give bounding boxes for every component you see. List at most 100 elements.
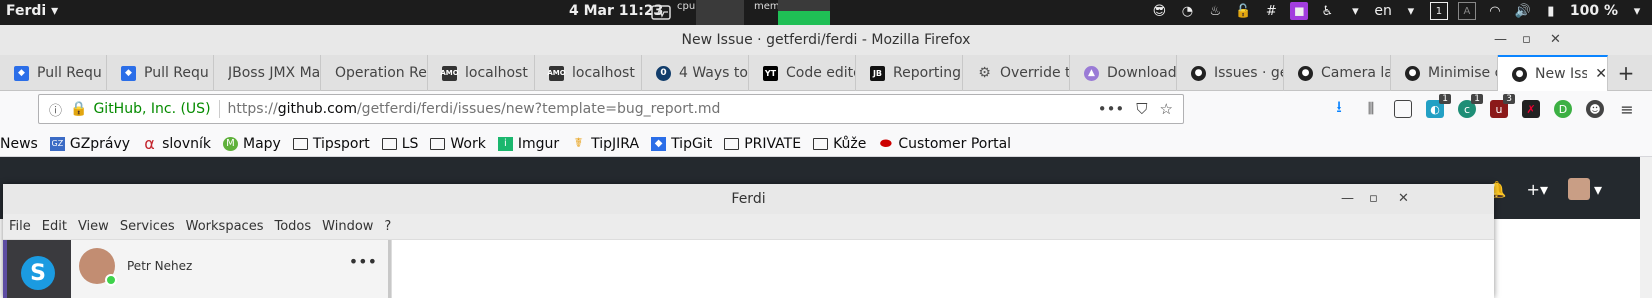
jetbrains-toolbox-icon[interactable]: ◼ bbox=[1290, 2, 1309, 20]
tab[interactable]: ◆ Pull Requ bbox=[107, 55, 214, 91]
vpn-lock-icon[interactable]: 🔓 bbox=[1234, 2, 1252, 20]
menu-window[interactable]: Window bbox=[322, 219, 373, 234]
url-bar[interactable]: ⓘ 🔒 GitHub, Inc. (US) https://github.com… bbox=[38, 94, 1184, 124]
menu-workspaces[interactable]: Workspaces bbox=[186, 219, 264, 234]
github-icon: ● bbox=[1191, 65, 1206, 81]
navigation-bar: ⓘ 🔒 GitHub, Inc. (US) https://github.com… bbox=[0, 91, 1652, 131]
close-tab-icon[interactable]: ✕ bbox=[1595, 66, 1607, 82]
tab[interactable]: ● Minimise c bbox=[1391, 55, 1498, 91]
menu-services[interactable]: Services bbox=[120, 219, 175, 234]
more-options-icon[interactable]: ••• bbox=[349, 252, 377, 271]
extension-icon[interactable]: c1 bbox=[1458, 94, 1483, 118]
minimize-icon[interactable]: — bbox=[1494, 25, 1507, 55]
bookmark-folder[interactable]: LS bbox=[381, 136, 418, 152]
language-indicator[interactable]: en bbox=[1374, 3, 1392, 19]
menu-todos[interactable]: Todos bbox=[274, 219, 311, 234]
tab[interactable]: ▲ Download bbox=[1070, 55, 1177, 91]
bookmark[interactable]: M Mapy bbox=[222, 136, 281, 152]
folder-icon bbox=[724, 137, 740, 150]
tab[interactable]: 04 Ways to bbox=[642, 55, 749, 91]
keyboard-a-icon[interactable]: A bbox=[1457, 2, 1476, 20]
tab[interactable]: JB Reporting bbox=[856, 55, 963, 91]
cpu-graph bbox=[696, 0, 744, 25]
tab[interactable]: AMO localhost bbox=[428, 55, 535, 91]
tab[interactable]: JBoss JMX Ma bbox=[214, 55, 321, 91]
tab-active[interactable]: ● New Iss ✕ bbox=[1498, 55, 1608, 91]
bookmark-folder[interactable]: Work bbox=[430, 136, 486, 152]
minimize-icon[interactable]: — bbox=[1341, 184, 1354, 214]
bookmark-folder[interactable]: PRIVATE bbox=[724, 136, 801, 152]
chevron-down-icon[interactable]: ▾ bbox=[1346, 2, 1364, 20]
user-menu[interactable]: ▾ bbox=[1567, 178, 1602, 200]
info-icon[interactable]: ⓘ bbox=[49, 100, 62, 119]
chevron-down-icon[interactable]: ▾ bbox=[1628, 2, 1646, 20]
tab[interactable]: Operation Re bbox=[321, 55, 428, 91]
tab[interactable]: ● Issues · ge bbox=[1177, 55, 1284, 91]
skype-icon[interactable]: S bbox=[21, 256, 55, 290]
hamburger-menu-icon[interactable]: ≡ bbox=[1618, 100, 1636, 119]
extension-icon[interactable]: ◐ 1 bbox=[1426, 94, 1451, 118]
pocket-icon[interactable]: ⛉ bbox=[1136, 100, 1147, 118]
menu-file[interactable]: File bbox=[9, 219, 31, 234]
bookmark[interactable]: ◆ TipGit bbox=[651, 136, 712, 152]
extension-icon[interactable]: ✗ bbox=[1522, 100, 1540, 118]
bookmark[interactable]: News bbox=[0, 136, 38, 152]
chevron-down-icon[interactable]: ▾ bbox=[1402, 2, 1420, 20]
contact-name[interactable]: Petr Nehez bbox=[127, 259, 192, 273]
scrollbar[interactable] bbox=[388, 240, 391, 298]
slack-icon[interactable]: # bbox=[1262, 2, 1280, 20]
close-icon[interactable]: ✕ bbox=[1550, 25, 1561, 55]
close-icon[interactable]: ✕ bbox=[1398, 184, 1409, 214]
plus-menu-icon[interactable]: +▾ bbox=[1527, 180, 1548, 199]
firefox-titlebar: New Issue · getferdi/ferdi - Mozilla Fir… bbox=[0, 25, 1652, 55]
tab[interactable]: YT Code edito bbox=[749, 55, 856, 91]
tab[interactable]: ⚙ Override t bbox=[963, 55, 1070, 91]
workspace-1-icon[interactable]: 1 bbox=[1429, 2, 1448, 20]
bookmark[interactable]: α slovník bbox=[142, 134, 211, 153]
ferdi-title: Ferdi bbox=[731, 191, 766, 207]
tab[interactable]: ◆ Pull Requ bbox=[0, 55, 107, 91]
face-mask-icon[interactable]: 😎 bbox=[1150, 2, 1168, 20]
jetbrains-icon: JB bbox=[870, 65, 885, 81]
wifi-icon[interactable]: ◠ bbox=[1486, 2, 1504, 20]
download-icon[interactable]: ⭳ bbox=[1330, 97, 1348, 118]
timeshift-icon[interactable]: ◔ bbox=[1178, 2, 1196, 20]
battery-icon[interactable]: ▮ bbox=[1542, 2, 1560, 20]
extension-icon[interactable]: ☻ bbox=[1586, 100, 1604, 118]
tab[interactable]: ● Camera la bbox=[1284, 55, 1391, 91]
menu-edit[interactable]: Edit bbox=[42, 219, 67, 234]
bookmark-star-icon[interactable]: ☆ bbox=[1160, 100, 1173, 118]
bookmark[interactable]: i Imgur bbox=[497, 136, 559, 152]
more-actions-icon[interactable]: ••• bbox=[1098, 100, 1125, 118]
avatar bbox=[1567, 178, 1590, 200]
youtrack-icon: YT bbox=[763, 65, 778, 81]
flame-icon[interactable]: ♨ bbox=[1206, 2, 1224, 20]
app-menu[interactable]: Ferdi ▾ bbox=[6, 3, 58, 19]
menu-help[interactable]: ? bbox=[384, 219, 391, 234]
url-text[interactable]: https://github.com/getferdi/ferdi/issues… bbox=[228, 101, 721, 117]
maximize-icon[interactable]: ▫ bbox=[1522, 25, 1531, 55]
bookmark[interactable]: ⬬ Customer Portal bbox=[878, 136, 1011, 152]
bookmark[interactable]: GZ GZprávy bbox=[49, 136, 130, 152]
site-icon: 0 bbox=[656, 65, 671, 81]
github-icon: ● bbox=[1512, 66, 1527, 82]
lock-icon[interactable]: 🔒 bbox=[70, 101, 87, 117]
library-icon[interactable]: ⫼ bbox=[1362, 100, 1380, 118]
maximize-icon[interactable]: ▫ bbox=[1369, 184, 1378, 214]
bitbucket-icon: ◆ bbox=[121, 65, 136, 81]
bookmark-folder[interactable]: Tipsport bbox=[292, 136, 370, 152]
bookmark-folder[interactable]: Kůže bbox=[813, 136, 866, 152]
extension-icon[interactable]: D bbox=[1554, 100, 1572, 118]
tab[interactable]: AMO localhost bbox=[535, 55, 642, 91]
accessibility-icon[interactable]: ♿ bbox=[1318, 2, 1336, 20]
scrollbar[interactable] bbox=[1640, 157, 1652, 298]
bookmark[interactable]: ☤ TipJIRA bbox=[571, 136, 639, 152]
menu-view[interactable]: View bbox=[78, 219, 109, 234]
site-identity[interactable]: GitHub, Inc. (US) bbox=[93, 101, 210, 117]
bitbucket-icon: ◆ bbox=[14, 65, 29, 81]
ublock-icon[interactable]: u3 bbox=[1490, 94, 1515, 118]
cpu-label: cpu bbox=[677, 1, 696, 12]
sidebar-icon[interactable] bbox=[1394, 100, 1412, 118]
volume-icon[interactable]: 🔊 bbox=[1514, 2, 1532, 20]
new-tab-button[interactable]: + bbox=[1608, 55, 1644, 90]
